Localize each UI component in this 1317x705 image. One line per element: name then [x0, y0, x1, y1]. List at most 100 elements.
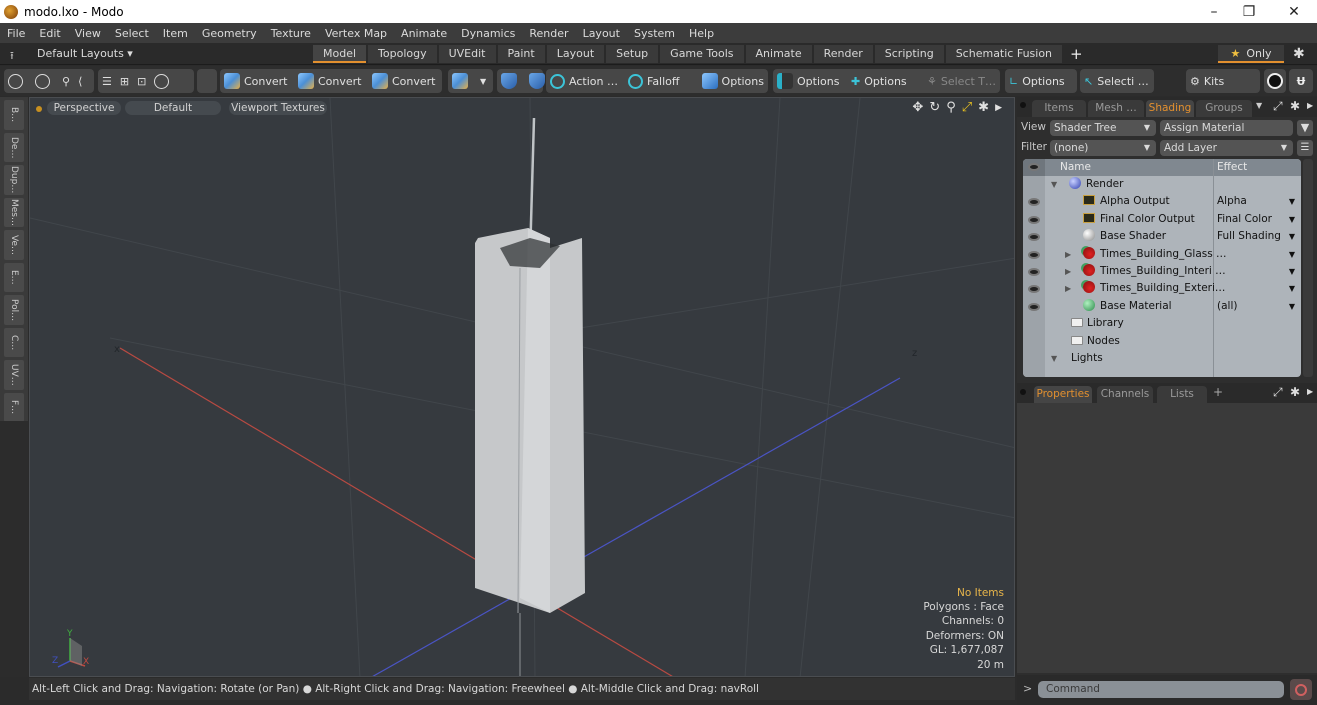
menu-select[interactable]: Select — [108, 27, 156, 40]
snap-dropdown[interactable]: ▼ — [476, 69, 490, 93]
tree-row-lights[interactable]: ▼ Lights — [1023, 350, 1301, 367]
panel-gear-icon[interactable]: ✱ — [1290, 385, 1300, 399]
tabs-dropdown-icon[interactable]: ▼ — [1256, 101, 1262, 110]
column-effect[interactable]: Effect — [1217, 161, 1247, 173]
tree-row-alpha-output[interactable]: Alpha Output Alpha ▼ — [1023, 193, 1301, 210]
selection-sets-button[interactable]: ↖ Selecti … — [1080, 69, 1154, 93]
tab-channels[interactable]: Channels — [1097, 386, 1153, 403]
expand-arrow-icon[interactable]: ▶ — [1065, 280, 1071, 297]
menu-render[interactable]: Render — [522, 27, 575, 40]
strip-tab-basic[interactable]: B… — [4, 100, 24, 130]
maximize-panel-icon[interactable]: ⤢ — [1273, 385, 1283, 400]
column-name[interactable]: Name — [1060, 161, 1091, 173]
eye-icon[interactable] — [1028, 302, 1040, 311]
expand-arrow-icon[interactable]: ▶ — [1065, 246, 1071, 263]
row-effect[interactable]: (all) — [1217, 298, 1237, 315]
add-tab-button[interactable]: + — [1064, 45, 1089, 63]
tree-row-times-building-exterior[interactable]: ▶ Times_Building_Exteri… ▼ — [1023, 280, 1301, 297]
tab-setup[interactable]: Setup — [606, 45, 659, 63]
chevron-down-icon[interactable]: ▼ — [1289, 246, 1295, 263]
add-tab-button[interactable]: + — [1213, 385, 1223, 399]
symmetry-button[interactable] — [497, 69, 525, 93]
3d-viewport[interactable]: x z Y Z X Perspective Default Viewport T… — [29, 97, 1015, 677]
move-view-icon[interactable]: ✥ — [912, 100, 923, 116]
panel-menu-dot[interactable] — [1020, 102, 1026, 108]
chevron-down-icon[interactable]: ▼ — [1289, 298, 1295, 315]
menu-file[interactable]: File — [0, 27, 32, 40]
eye-icon[interactable] — [1028, 215, 1040, 224]
tab-model[interactable]: Model — [313, 45, 367, 63]
materials-button[interactable]: ☰ — [98, 69, 116, 93]
perspective-dropdown[interactable]: Perspective — [47, 101, 121, 115]
tree-row-times-building-interior[interactable]: ▶ Times_Building_Interi … ▼ — [1023, 263, 1301, 280]
viewport-gear-icon[interactable]: ✱ — [978, 100, 989, 116]
panel-menu-dot[interactable] — [1020, 389, 1026, 395]
restore-button[interactable]: ❐ — [1226, 0, 1272, 23]
eye-icon[interactable] — [1028, 198, 1040, 207]
chevron-down-icon[interactable]: ▼ — [1289, 193, 1295, 210]
eye-icon[interactable] — [1028, 250, 1040, 259]
filter-dropdown[interactable]: (none) ▼ — [1050, 140, 1156, 156]
strip-tab-polygon[interactable]: Pol… — [4, 295, 24, 325]
unity-button[interactable] — [1264, 69, 1286, 93]
tab-scripting[interactable]: Scripting — [874, 45, 944, 63]
tab-shading[interactable]: Shading — [1146, 100, 1194, 117]
menu-edit[interactable]: Edit — [32, 27, 67, 40]
strip-tab-vertex[interactable]: Ve… — [4, 230, 24, 260]
tree-row-base-material[interactable]: Base Material (all) ▼ — [1023, 298, 1301, 315]
menu-geometry[interactable]: Geometry — [195, 27, 264, 40]
gear-icon[interactable]: ✱ — [1293, 46, 1305, 62]
menu-help[interactable]: Help — [682, 27, 721, 40]
eye-icon[interactable] — [1028, 233, 1040, 242]
chevron-down-icon[interactable]: ▼ — [1289, 211, 1295, 228]
tab-groups[interactable]: Groups — [1196, 100, 1252, 117]
tree-row-final-color-output[interactable]: Final Color Output Final Color ▼ — [1023, 211, 1301, 228]
strip-tab-deform[interactable]: De… — [4, 132, 24, 162]
strip-tab-uv[interactable]: UV… — [4, 360, 24, 390]
tab-schematic-fusion[interactable]: Schematic Fusion — [945, 45, 1063, 63]
menu-layout[interactable]: Layout — [576, 27, 627, 40]
tab-animate[interactable]: Animate — [745, 45, 812, 63]
add-layer-dropdown[interactable]: Add Layer ▼ — [1160, 140, 1293, 156]
options-button-2[interactable]: Options — [773, 69, 847, 93]
convert-button-3[interactable]: Convert — [368, 69, 442, 93]
rotate-view-icon[interactable]: ↻ — [929, 100, 940, 116]
strip-tab-curve[interactable]: C… — [4, 327, 24, 357]
strip-tab-mesh-edit[interactable]: Mes… — [4, 197, 24, 227]
tree-row-library[interactable]: Library — [1023, 315, 1301, 332]
convert-button-2[interactable]: Convert — [294, 69, 368, 93]
only-toggle[interactable]: ★ Only — [1218, 45, 1284, 63]
options-button-1[interactable]: Options — [698, 69, 768, 93]
close-button[interactable]: ✕ — [1271, 0, 1317, 23]
assign-material-button[interactable]: Assign Material — [1160, 120, 1293, 136]
expand-right-icon[interactable]: ▶ — [995, 100, 1002, 116]
row-effect[interactable]: Full Shading — [1217, 228, 1281, 245]
shield-button[interactable] — [197, 69, 217, 93]
convert-button-1[interactable]: Convert — [220, 69, 294, 93]
eye-icon[interactable] — [1028, 268, 1040, 276]
tree-row-base-shader[interactable]: Base Shader Full Shading ▼ — [1023, 228, 1301, 245]
tab-layout[interactable]: Layout — [546, 45, 605, 63]
zoom-view-icon[interactable]: ⚲ — [946, 100, 956, 116]
tab-uvedit[interactable]: UVEdit — [438, 45, 496, 63]
menu-texture[interactable]: Texture — [264, 27, 318, 40]
tree-row-times-building-glass[interactable]: ▶ Times_Building_Glass … ▼ — [1023, 246, 1301, 263]
panel-expand-icon[interactable]: ▶ — [1307, 101, 1313, 110]
shading-dropdown[interactable]: Default — [125, 101, 221, 115]
view-dropdown[interactable]: Shader Tree ▼ — [1050, 120, 1156, 136]
panel-gear-icon[interactable]: ✱ — [1290, 99, 1300, 113]
snap-button[interactable] — [448, 69, 476, 93]
row-effect[interactable]: Alpha — [1217, 193, 1247, 210]
items-mode-button[interactable]: ⟨ — [74, 69, 86, 93]
default-layouts-dropdown[interactable]: Default Layouts ▾ — [37, 47, 133, 60]
chevron-down-icon[interactable]: ▼ — [1289, 228, 1295, 245]
row-effect[interactable]: Final Color — [1217, 211, 1272, 228]
tab-lists[interactable]: Lists — [1157, 386, 1207, 403]
record-macro-button[interactable] — [1290, 679, 1312, 700]
menu-vertex-map[interactable]: Vertex Map — [318, 27, 394, 40]
select-t-button[interactable]: ⚘ Select T… — [923, 69, 997, 93]
options-button-3[interactable]: ✚ Options — [847, 69, 923, 93]
filter-funnel-button[interactable]: ▼ — [1297, 120, 1313, 136]
strip-tab-edge[interactable]: E… — [4, 262, 24, 292]
strip-tab-duplicate[interactable]: Dup… — [4, 165, 24, 195]
